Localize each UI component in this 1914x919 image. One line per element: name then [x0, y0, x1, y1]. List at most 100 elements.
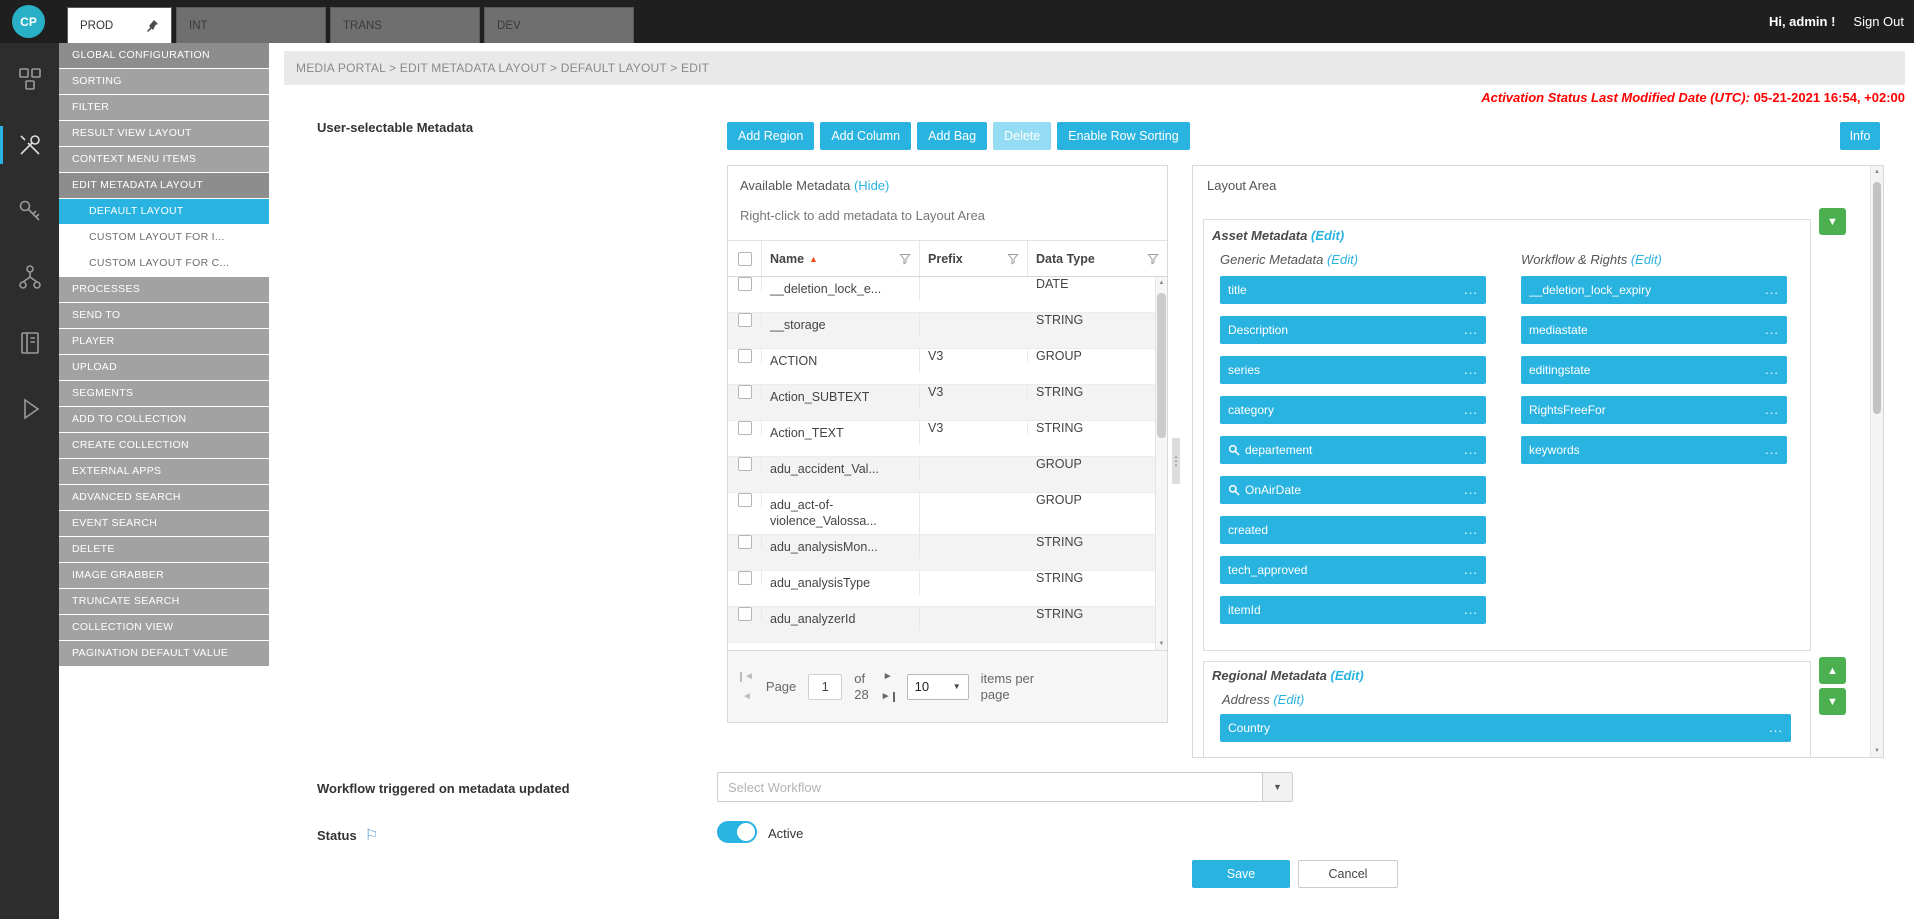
env-tab-prod[interactable]: PROD [67, 7, 172, 43]
filter-icon[interactable] [1147, 253, 1159, 265]
sidebar-item-event-search[interactable]: EVENT SEARCH [59, 511, 269, 536]
metadata-row[interactable]: __deletion_lock_e...DATE [728, 277, 1155, 313]
sidebar-item-truncate-search[interactable]: TRUNCATE SEARCH [59, 589, 269, 614]
scroll-down-icon[interactable]: ▼ [1156, 641, 1167, 647]
layout-field-editingstate[interactable]: editingstate... [1521, 356, 1787, 384]
prefix-column-header[interactable]: Prefix [920, 241, 1028, 276]
more-handle-icon[interactable]: ... [1464, 406, 1478, 414]
scroll-up-icon[interactable]: ▲ [1871, 169, 1883, 175]
panel-splitter-handle[interactable]: ⋮ [1172, 438, 1180, 484]
edit-generic-metadata-link[interactable]: (Edit) [1327, 252, 1358, 267]
filter-icon[interactable] [1007, 253, 1019, 265]
more-handle-icon[interactable]: ... [1765, 406, 1779, 414]
sidebar-item-custom-layout-for-c[interactable]: CUSTOM LAYOUT FOR C... [59, 251, 269, 276]
more-handle-icon[interactable]: ... [1769, 724, 1783, 732]
layout-field-series[interactable]: series... [1220, 356, 1486, 384]
more-handle-icon[interactable]: ... [1464, 326, 1478, 334]
env-tab-int[interactable]: INT [176, 7, 326, 43]
status-toggle[interactable] [717, 821, 757, 843]
info-button[interactable]: Info [1840, 122, 1880, 150]
last-page-button[interactable]: ► [881, 692, 895, 702]
sidebar-item-upload[interactable]: UPLOAD [59, 355, 269, 380]
first-page-button[interactable]: ◄ [740, 672, 754, 682]
scroll-down-icon[interactable]: ▼ [1871, 748, 1883, 754]
page-number-input[interactable]: 1 [808, 674, 842, 700]
filter-icon[interactable] [899, 253, 911, 265]
layout-field-onairdate[interactable]: OnAirDate... [1220, 476, 1486, 504]
edit-address-link[interactable]: (Edit) [1273, 692, 1304, 707]
more-handle-icon[interactable]: ... [1765, 326, 1779, 334]
sidebar-item-send-to[interactable]: SEND TO [59, 303, 269, 328]
row-checkbox[interactable] [738, 493, 752, 507]
metadata-row[interactable]: adu_analysisMon...STRING [728, 535, 1155, 571]
edit-regional-metadata-link[interactable]: (Edit) [1330, 668, 1363, 683]
layout-field-departement[interactable]: departement... [1220, 436, 1486, 464]
move-section-down-button[interactable]: ▼ [1819, 208, 1846, 235]
layout-field-keywords[interactable]: keywords... [1521, 436, 1787, 464]
layout-field-title[interactable]: title... [1220, 276, 1486, 304]
edit-asset-metadata-link[interactable]: (Edit) [1311, 228, 1344, 243]
sidebar-item-create-collection[interactable]: CREATE COLLECTION [59, 433, 269, 458]
rail-catalog-icon[interactable] [0, 323, 59, 363]
add-bag-button[interactable]: Add Bag [917, 122, 987, 150]
layout-field-deletion-lock-expiry[interactable]: __deletion_lock_expiry... [1521, 276, 1787, 304]
edit-workflow-rights-link[interactable]: (Edit) [1631, 252, 1662, 267]
row-checkbox[interactable] [738, 457, 752, 471]
layout-field-category[interactable]: category... [1220, 396, 1486, 424]
rail-player-icon[interactable] [0, 389, 59, 429]
row-checkbox[interactable] [738, 277, 752, 291]
layout-field-country[interactable]: Country... [1220, 714, 1791, 742]
more-handle-icon[interactable]: ... [1464, 366, 1478, 374]
add-column-button[interactable]: Add Column [820, 122, 911, 150]
workflow-select[interactable]: Select Workflow ▼ [717, 772, 1293, 802]
delete-button[interactable]: Delete [993, 122, 1051, 150]
sidebar-item-default-layout[interactable]: DEFAULT LAYOUT [59, 199, 269, 224]
metadata-row[interactable]: adu_analysisTypeSTRING [728, 571, 1155, 607]
scroll-up-icon[interactable]: ▲ [1156, 280, 1167, 286]
metadata-row[interactable]: adu_act-of-violence_Valossa...GROUP [728, 493, 1155, 535]
sidebar-item-segments[interactable]: SEGMENTS [59, 381, 269, 406]
prev-page-button[interactable]: ◄ [742, 692, 752, 702]
row-checkbox[interactable] [738, 535, 752, 549]
enable-row-sorting-button[interactable]: Enable Row Sorting [1057, 122, 1189, 150]
rail-modules-icon[interactable] [0, 59, 59, 99]
sidebar-item-edit-metadata-layout[interactable]: EDIT METADATA LAYOUT [59, 173, 269, 198]
sidebar-item-advanced-search[interactable]: ADVANCED SEARCH [59, 485, 269, 510]
layout-field-mediastate[interactable]: mediastate... [1521, 316, 1787, 344]
sidebar-item-collection-view[interactable]: COLLECTION VIEW [59, 615, 269, 640]
row-checkbox[interactable] [738, 571, 752, 585]
more-handle-icon[interactable]: ... [1464, 526, 1478, 534]
env-tab-trans[interactable]: TRANS [330, 7, 480, 43]
grid-scrollbar[interactable]: ▲ ▼ [1155, 277, 1167, 650]
rail-tools-icon[interactable] [0, 125, 59, 165]
sidebar-item-pagination-default-value[interactable]: PAGINATION DEFAULT VALUE [59, 641, 269, 666]
page-size-select[interactable]: 10 ▼ [907, 674, 969, 700]
grid-scrollbar-thumb[interactable] [1157, 293, 1166, 438]
row-checkbox[interactable] [738, 349, 752, 363]
more-handle-icon[interactable]: ... [1464, 286, 1478, 294]
layout-field-itemid[interactable]: itemId... [1220, 596, 1486, 624]
sidebar-item-add-to-collection[interactable]: ADD TO COLLECTION [59, 407, 269, 432]
name-column-header[interactable]: Name ▲ [762, 241, 920, 276]
sidebar-item-global-configuration[interactable]: GLOBAL CONFIGURATION [59, 43, 269, 68]
add-region-button[interactable]: Add Region [727, 122, 814, 150]
next-page-button[interactable]: ► [883, 672, 893, 682]
hide-link[interactable]: (Hide) [854, 178, 889, 193]
sidebar-item-result-view-layout[interactable]: RESULT VIEW LAYOUT [59, 121, 269, 146]
select-all-checkbox[interactable] [738, 252, 752, 266]
more-handle-icon[interactable]: ... [1765, 366, 1779, 374]
more-handle-icon[interactable]: ... [1765, 286, 1779, 294]
more-handle-icon[interactable]: ... [1464, 446, 1478, 454]
layout-field-rightsfreefor[interactable]: RightsFreeFor... [1521, 396, 1787, 424]
data-type-column-header[interactable]: Data Type [1028, 241, 1167, 276]
move-region-down-button[interactable]: ▼ [1819, 688, 1846, 715]
cancel-button[interactable]: Cancel [1298, 860, 1398, 888]
layout-field-description[interactable]: Description... [1220, 316, 1486, 344]
sidebar-item-external-apps[interactable]: EXTERNAL APPS [59, 459, 269, 484]
env-tab-dev[interactable]: DEV [484, 7, 634, 43]
sidebar-item-sorting[interactable]: SORTING [59, 69, 269, 94]
layout-scrollbar-thumb[interactable] [1873, 182, 1881, 414]
row-checkbox[interactable] [738, 313, 752, 327]
sidebar-item-player[interactable]: PLAYER [59, 329, 269, 354]
sidebar-item-processes[interactable]: PROCESSES [59, 277, 269, 302]
